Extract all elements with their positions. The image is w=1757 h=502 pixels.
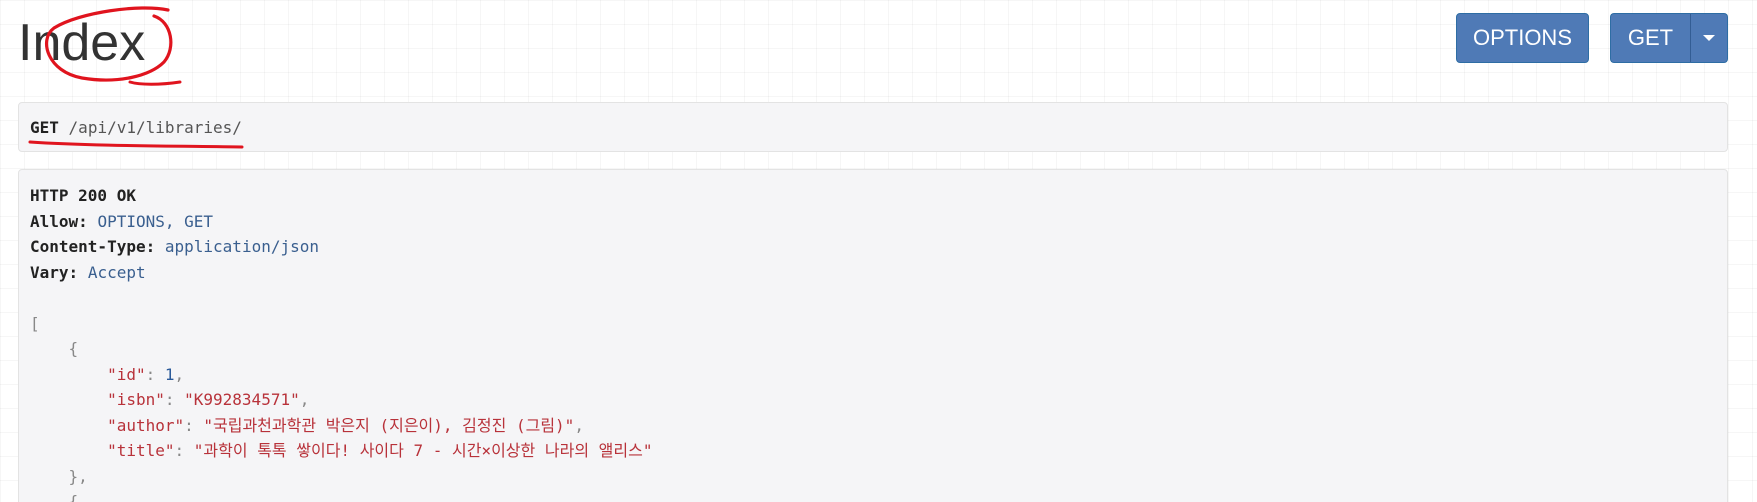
get-format-dropdown-button[interactable]: [1691, 13, 1728, 63]
json-open-bracket: [: [30, 313, 40, 333]
request-method: GET: [30, 118, 59, 137]
json-field-author: "author": "국립과천과학관 박은지 (지은이), 김정진 (그림)",: [107, 415, 584, 435]
header-vary: Vary: Accept: [30, 262, 146, 282]
get-button-group: GET: [1610, 13, 1728, 63]
response-info: HTTP 200 OK Allow: OPTIONS, GET Content-Ty…: [18, 169, 1728, 502]
request-info: GET /api/v1/libraries/: [18, 102, 1728, 152]
json-next-record-open: {: [68, 492, 79, 502]
options-button[interactable]: OPTIONS: [1456, 13, 1589, 63]
request-path: /api/v1/libraries/: [68, 118, 242, 137]
get-button[interactable]: GET: [1610, 13, 1691, 63]
header-allow: Allow: OPTIONS, GET: [30, 211, 214, 231]
json-record-open: {: [68, 339, 79, 358]
json-field-id: "id": 1,: [107, 364, 185, 384]
json-field-isbn: "isbn": "K992834571",: [107, 390, 310, 409]
page-title: Index: [18, 14, 146, 72]
response-status: HTTP 200 OK: [30, 186, 136, 205]
caret-down-icon: [1703, 35, 1715, 41]
json-record-close: },: [68, 466, 88, 486]
json-field-title: "title": "과학이 톡톡 쌓이다! 사이다 7 - 시간×이상한 나라의…: [107, 441, 653, 460]
header-content-type: Content-Type: application/json: [30, 237, 319, 256]
